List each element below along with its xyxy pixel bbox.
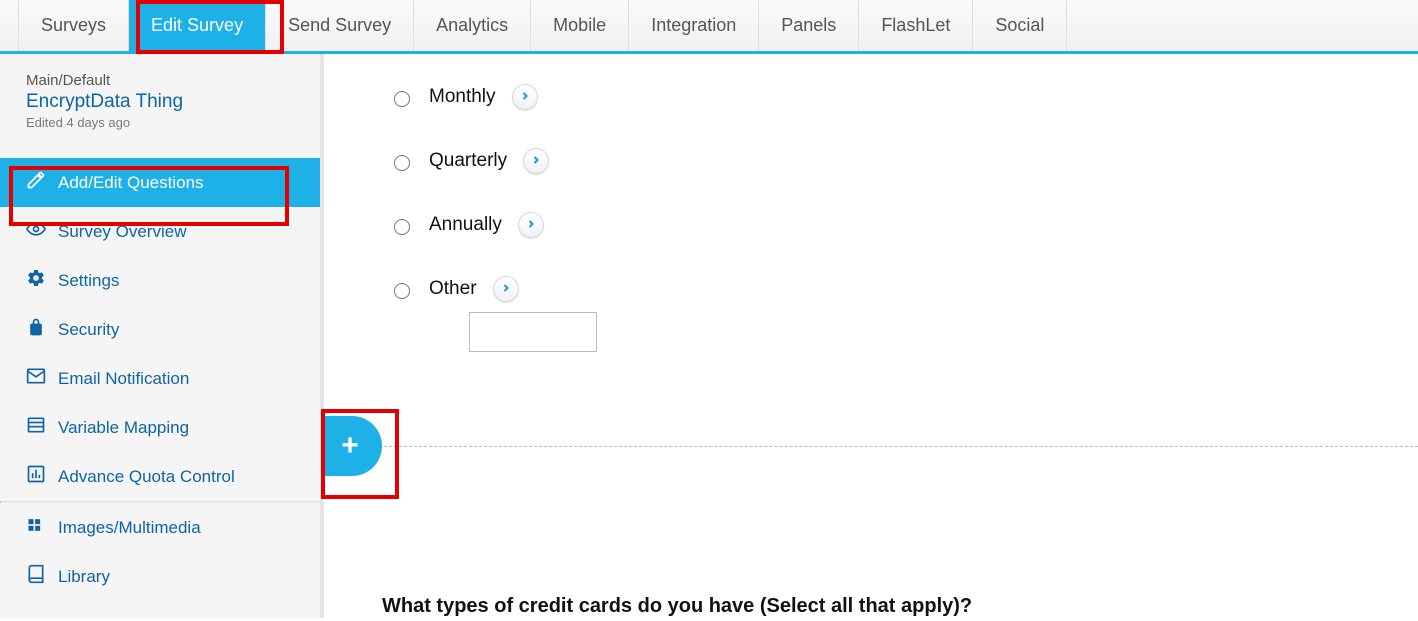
tab-flashlet[interactable]: FlashLet [859, 0, 973, 51]
gear-icon [26, 268, 46, 293]
option-radio-quarterly[interactable] [394, 155, 410, 171]
question-options: Monthly Quarterly Annually [324, 54, 1418, 352]
tab-surveys[interactable]: Surveys [18, 0, 129, 51]
option-label: Other [429, 278, 477, 300]
survey-meta: Main/Default EncryptData Thing Edited 4 … [0, 54, 320, 140]
sidebar-item-label: Add/Edit Questions [58, 173, 204, 193]
option-radio-other[interactable] [394, 283, 410, 299]
sidebar-item-label: Security [58, 320, 119, 340]
option-row: Other [389, 276, 1418, 302]
sidebar-item-label: Survey Overview [58, 222, 186, 242]
option-row: Quarterly [389, 148, 1418, 174]
edited-timestamp: Edited 4 days ago [26, 115, 320, 130]
tab-mobile[interactable]: Mobile [531, 0, 629, 51]
option-radio-monthly[interactable] [394, 91, 410, 107]
sidebar-item-label: Advance Quota Control [58, 467, 235, 487]
top-tab-bar: Surveys Edit Survey Send Survey Analytic… [0, 0, 1418, 54]
breadcrumb: Main/Default [26, 72, 320, 89]
add-question-button[interactable]: + [324, 416, 382, 476]
lock-icon [26, 317, 46, 342]
chevron-right-icon [500, 278, 512, 300]
sidebar-item-variable-mapping[interactable]: Variable Mapping [0, 403, 320, 452]
tab-label: Panels [781, 15, 836, 36]
tab-panels[interactable]: Panels [759, 0, 859, 51]
next-question-heading: What types of credit cards do you have (… [382, 595, 972, 618]
tab-label: Social [995, 15, 1044, 36]
book-icon [26, 564, 46, 589]
tab-social[interactable]: Social [973, 0, 1067, 51]
sidebar-item-settings[interactable]: Settings [0, 256, 320, 305]
tab-send-survey[interactable]: Send Survey [266, 0, 414, 51]
option-expand-button[interactable] [512, 84, 538, 110]
other-text-input[interactable] [469, 312, 597, 352]
tab-label: FlashLet [881, 15, 950, 36]
chevron-right-icon [519, 86, 531, 108]
option-row: Monthly [389, 84, 1418, 110]
tab-label: Send Survey [288, 15, 391, 36]
tab-analytics[interactable]: Analytics [414, 0, 531, 51]
option-label: Monthly [429, 86, 496, 108]
tab-label: Integration [651, 15, 736, 36]
sidebar-item-images-multimedia[interactable]: Images/Multimedia [0, 503, 320, 552]
main-panel: Monthly Quarterly Annually [320, 54, 1418, 618]
option-label: Quarterly [429, 150, 507, 172]
envelope-icon [26, 366, 46, 391]
plus-icon: + [341, 431, 359, 461]
sidebar-item-add-edit-questions[interactable]: Add/Edit Questions [0, 158, 320, 207]
option-row: Annually [389, 212, 1418, 238]
list-icon [26, 415, 46, 440]
sidebar-item-security[interactable]: Security [0, 305, 320, 354]
pencil-square-icon [26, 170, 46, 195]
option-expand-button[interactable] [493, 276, 519, 302]
sidebar-item-email-notification[interactable]: Email Notification [0, 354, 320, 403]
option-label: Annually [429, 214, 502, 236]
tab-label: Mobile [553, 15, 606, 36]
chevron-right-icon [530, 150, 542, 172]
option-radio-annually[interactable] [394, 219, 410, 235]
bar-chart-icon [26, 464, 46, 489]
sidebar-item-advance-quota[interactable]: Advance Quota Control [0, 452, 320, 501]
tab-label: Surveys [41, 15, 106, 36]
eye-icon [26, 219, 46, 244]
option-expand-button[interactable] [518, 212, 544, 238]
question-divider [324, 446, 1418, 447]
sidebar-item-library[interactable]: Library [0, 552, 320, 601]
images-icon [26, 515, 46, 540]
sidebar: Main/Default EncryptData Thing Edited 4 … [0, 54, 321, 618]
tab-integration[interactable]: Integration [629, 0, 759, 51]
sidebar-item-label: Email Notification [58, 369, 189, 389]
sidebar-item-label: Settings [58, 271, 119, 291]
side-nav: Add/Edit Questions Survey Overview Setti… [0, 158, 320, 601]
option-expand-button[interactable] [523, 148, 549, 174]
tab-edit-survey[interactable]: Edit Survey [129, 0, 266, 51]
content-area: Main/Default EncryptData Thing Edited 4 … [0, 54, 1418, 618]
sidebar-item-label: Library [58, 567, 110, 587]
sidebar-item-label: Variable Mapping [58, 418, 189, 438]
sidebar-item-survey-overview[interactable]: Survey Overview [0, 207, 320, 256]
survey-title[interactable]: EncryptData Thing [26, 91, 320, 113]
tab-label: Analytics [436, 15, 508, 36]
chevron-right-icon [525, 214, 537, 236]
sidebar-item-label: Images/Multimedia [58, 518, 201, 538]
tab-label: Edit Survey [151, 15, 243, 36]
